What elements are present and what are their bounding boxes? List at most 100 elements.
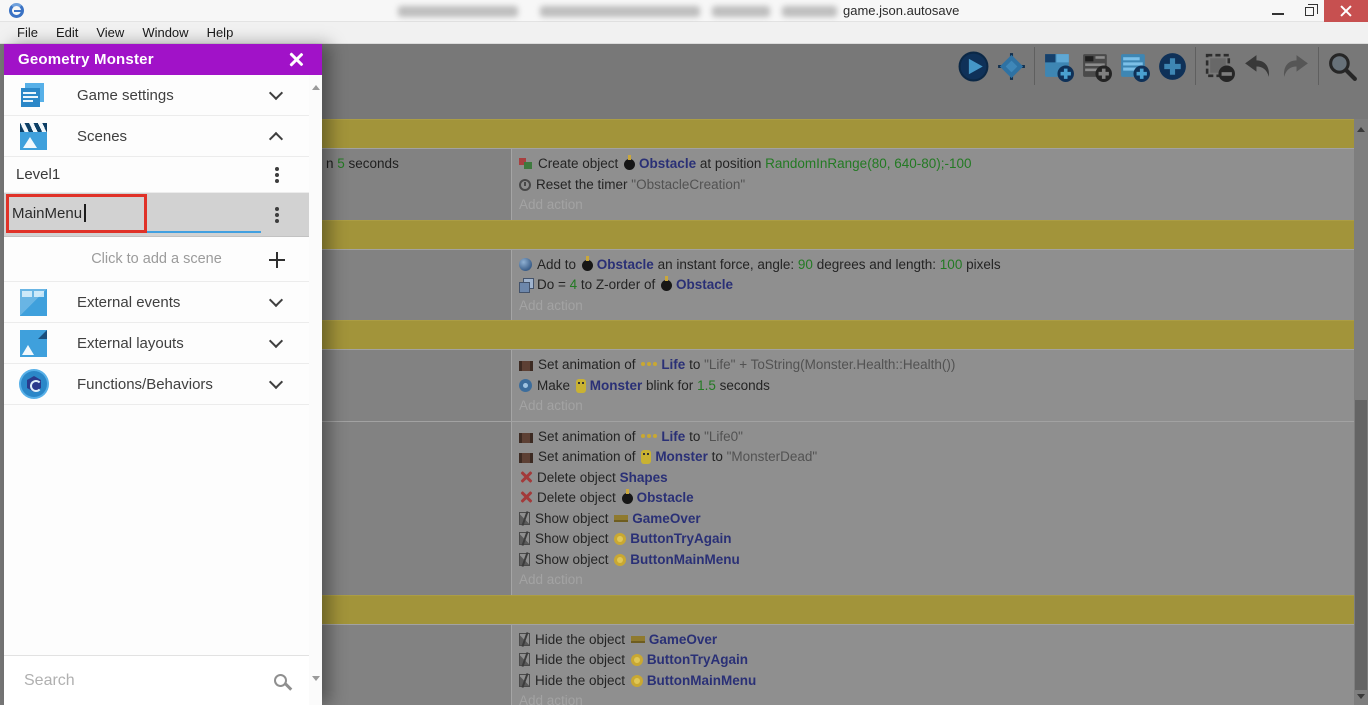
redo-button[interactable]: [1279, 50, 1312, 83]
life-object-icon: [641, 362, 646, 366]
scene-rename-input[interactable]: [12, 201, 247, 225]
add-action-button[interactable]: Add action: [519, 691, 1350, 705]
segment: to: [707, 449, 727, 464]
sidebar-item-scenes[interactable]: Scenes: [4, 116, 309, 157]
event-group-header[interactable]: [322, 119, 1354, 148]
segment: to: [685, 428, 705, 444]
add-scene-row[interactable]: Click to add a scene: [4, 237, 309, 282]
event-group-header[interactable]: [322, 594, 1354, 624]
event-group-header[interactable]: [322, 219, 1354, 249]
external-events-icon: [20, 288, 47, 316]
chevron-down-icon[interactable]: [268, 85, 284, 100]
panel-scrollbar[interactable]: [309, 75, 322, 705]
set-animation-action[interactable]: Set animation of Monster to "MonsterDead…: [519, 447, 1350, 468]
object-name: ButtonMainMenu: [646, 672, 757, 688]
event-conditions[interactable]: [322, 624, 512, 705]
show-object-action[interactable]: Show object ButtonMainMenu: [519, 550, 1350, 571]
event-conditions[interactable]: [322, 350, 512, 421]
add-action-button[interactable]: Add action: [519, 570, 1350, 591]
add-action-button[interactable]: Add action: [519, 296, 1350, 317]
events-scrollbar[interactable]: [1354, 119, 1368, 705]
chevron-down-icon[interactable]: [268, 374, 284, 389]
add-action-button[interactable]: Add action: [519, 195, 1350, 216]
add-icon[interactable]: [269, 252, 285, 268]
undo-button[interactable]: [1241, 50, 1274, 83]
add-event-button[interactable]: [1042, 50, 1075, 83]
add-comment-button[interactable]: [1080, 50, 1113, 83]
blink-action[interactable]: Make Monster blink for 1.5 seconds: [519, 376, 1350, 397]
reset-timer-action[interactable]: Reset the timer "ObstacleCreation": [519, 175, 1350, 196]
z-order-action[interactable]: Do = 4 to Z-order of Obstacle: [519, 275, 1350, 296]
set-animation-action[interactable]: Set animation of Life to "Life0": [519, 427, 1350, 448]
add-other-button[interactable]: [1156, 50, 1189, 83]
set-animation-action[interactable]: Set animation of Life to "Life" + ToStri…: [519, 355, 1350, 376]
menu-item-help[interactable]: Help: [198, 22, 243, 44]
delete-object-action[interactable]: Delete object Shapes: [519, 468, 1350, 489]
close-panel-icon[interactable]: [287, 51, 304, 68]
sidebar-item-external-events[interactable]: External events: [4, 282, 309, 323]
segment: at position: [696, 156, 766, 171]
segment: RandomInRange(80, 640-80);-100: [765, 156, 972, 171]
external-layouts-icon: [20, 329, 47, 357]
menu-item-view[interactable]: View: [87, 22, 133, 44]
segment: Show object: [535, 510, 613, 526]
visib-action-icon: [519, 632, 530, 646]
hide-object-action[interactable]: Hide the object ButtonTryAgain: [519, 650, 1350, 671]
monster-object-icon: [575, 378, 586, 393]
scroll-up-icon[interactable]: [312, 85, 320, 90]
bomb-object-icon: [660, 276, 672, 291]
segment: seconds: [715, 377, 770, 393]
segment: Add to: [537, 256, 580, 272]
segment: Show object: [535, 531, 613, 546]
visib-action-icon: [519, 511, 530, 525]
hide-object-action[interactable]: Hide the object GameOver: [519, 630, 1350, 651]
menu-item-window[interactable]: Window: [133, 22, 197, 44]
chevron-up-icon[interactable]: [268, 131, 284, 146]
toolbar-separator: [1195, 47, 1196, 85]
event-conditions[interactable]: [322, 249, 512, 320]
menu-item-edit[interactable]: Edit: [47, 22, 87, 44]
sidebar-item-functions-behaviors[interactable]: Functions/Behaviors: [4, 364, 309, 405]
search-button[interactable]: [1326, 50, 1359, 83]
menu-item-file[interactable]: File: [8, 22, 47, 44]
scene-item-level1[interactable]: Level1: [4, 157, 309, 193]
toolbar-separator: [1318, 47, 1319, 85]
add-force-action[interactable]: Add to Obstacle an instant force, angle:…: [519, 255, 1350, 276]
restore-button[interactable]: [1294, 0, 1324, 22]
add-action-button[interactable]: Add action: [519, 396, 1350, 417]
show-object-action[interactable]: Show object GameOver: [519, 509, 1350, 530]
window-title: game.json.autosave: [843, 3, 960, 18]
segment: "MonsterDead": [726, 449, 818, 464]
close-button[interactable]: [1324, 0, 1368, 22]
chevron-down-icon[interactable]: [268, 292, 284, 307]
sidebar-item-external-layouts[interactable]: External layouts: [4, 323, 309, 364]
delete-action-icon: [519, 470, 532, 484]
search-input[interactable]: [24, 671, 274, 690]
add-scene-label: Click to add a scene: [91, 251, 222, 267]
object-name: GameOver: [648, 631, 718, 647]
scroll-down-icon[interactable]: [1357, 694, 1365, 699]
section-label: Scenes: [77, 127, 128, 145]
event-conditions[interactable]: [322, 421, 512, 595]
scroll-down-icon[interactable]: [312, 676, 320, 681]
delete-event-button[interactable]: [1203, 50, 1236, 83]
sidebar-item-game-settings[interactable]: Game settings: [4, 75, 309, 116]
hide-object-action[interactable]: Hide the object ButtonMainMenu: [519, 671, 1350, 692]
events-sheet[interactable]: n 5 seconds Create object Obstacle at pos…: [322, 119, 1354, 705]
chevron-down-icon[interactable]: [268, 333, 284, 348]
scenes-icon: [20, 122, 47, 150]
debug-button[interactable]: [995, 50, 1028, 83]
scene-options-icon[interactable]: [275, 207, 279, 211]
gdevelop-logo-icon: [9, 3, 24, 18]
delete-object-action[interactable]: Delete object Obstacle: [519, 488, 1350, 509]
preview-button[interactable]: [957, 50, 990, 83]
scrollbar-thumb[interactable]: [1355, 400, 1367, 690]
scene-options-icon[interactable]: [275, 166, 279, 171]
add-subevent-button[interactable]: [1118, 50, 1151, 83]
event-conditions[interactable]: n 5 seconds: [322, 149, 512, 220]
create-object-action[interactable]: Create object Obstacle at position Rando…: [519, 154, 1350, 175]
minimize-button[interactable]: [1262, 0, 1294, 22]
scroll-up-icon[interactable]: [1357, 127, 1365, 132]
event-group-header[interactable]: [322, 320, 1354, 349]
show-object-action[interactable]: Show object ButtonTryAgain: [519, 529, 1350, 550]
